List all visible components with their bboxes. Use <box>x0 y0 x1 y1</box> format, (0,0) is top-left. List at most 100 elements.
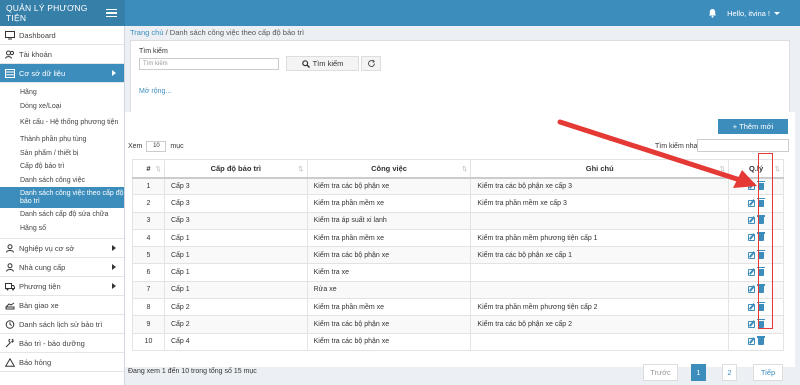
cell-task: Kiểm tra phần mềm xe <box>306 298 472 317</box>
pagination-next[interactable]: Tiếp <box>753 364 783 381</box>
sidebar-item-dashboard[interactable]: Dashboard <box>0 26 124 45</box>
sidebar-item-label: Bảo trì - bảo dưỡng <box>19 338 85 348</box>
quick-search-input[interactable] <box>697 139 789 152</box>
page-length-select[interactable]: 10 <box>146 141 167 152</box>
sidebar-item-handover[interactable]: Bàn giao xe <box>0 296 124 315</box>
sidebar-item-suppliers[interactable]: Nhà cung cấp <box>0 258 124 277</box>
brand: QUẢN LÝ PHƯƠNG TIỆN <box>0 0 125 26</box>
cell-actions <box>728 246 784 265</box>
submenu-item-repair-level[interactable]: Danh sách cấp độ sửa chữa <box>0 208 124 222</box>
cell-actions <box>728 228 784 248</box>
table-row[interactable]: 1 Cấp 3 Kiểm tra các bộ phận xe Kiểm tra cá… <box>132 176 784 196</box>
edit-icon[interactable] <box>748 303 756 311</box>
cell-note: Kiểm tra các bộ phận xe cấp 3 <box>470 176 730 196</box>
cell-index: 6 <box>132 263 165 282</box>
edit-icon[interactable] <box>748 286 756 294</box>
edit-icon[interactable] <box>748 268 756 276</box>
sidebar-item-accounts[interactable]: Tài khoản <box>0 45 124 64</box>
sidebar-item-vehicles[interactable]: Phương tiện <box>0 277 124 296</box>
column-header-task[interactable]: Công việc ⇅ <box>306 159 472 179</box>
submenu-item-products[interactable]: Sản phẩm / thiết bị <box>0 147 124 161</box>
column-header-note[interactable]: Ghi chú ⇅ <box>470 159 730 179</box>
breadcrumb-home-link[interactable]: Trang chủ <box>130 28 164 37</box>
submenu-item-vehicle-line[interactable]: Dòng xe/Loại <box>0 100 124 114</box>
submenu-item-brand[interactable]: Hãng <box>0 86 124 100</box>
hamburger-icon[interactable] <box>106 8 118 18</box>
submenu-item-components[interactable]: Thành phần phụ tùng <box>0 133 124 147</box>
table-row[interactable]: 2 Cấp 3 Kiểm tra phần mềm xe Kiểm tra phần … <box>132 194 784 213</box>
cell-actions <box>728 298 784 317</box>
cell-index: 5 <box>132 246 165 265</box>
main-content: Trang chủ / Danh sách công việc theo cấp… <box>125 26 800 385</box>
pagination-previous[interactable]: Trước <box>643 364 678 381</box>
cell-actions <box>728 194 784 213</box>
annotation-highlight-box <box>758 153 773 329</box>
edit-icon[interactable] <box>748 320 756 328</box>
user-menu[interactable]: Hello, itvina ! <box>727 9 780 18</box>
table-row[interactable]: 8 Cấp 2 Kiểm tra phần mềm xe Kiểm tra phần … <box>132 298 784 317</box>
submenu-item-structure[interactable]: Kết cấu - Hệ thống phương tiện <box>0 113 124 133</box>
sidebar-item-history[interactable]: Danh sách lịch sử bảo trì <box>0 315 124 334</box>
delete-icon[interactable] <box>757 336 766 346</box>
cell-actions <box>728 280 784 300</box>
sidebar-item-operations[interactable]: Nghiệp vụ cơ sở <box>0 239 124 258</box>
sort-icon: ⇅ <box>774 166 780 173</box>
edit-icon[interactable] <box>748 234 756 242</box>
sort-icon: ⇅ <box>155 166 161 173</box>
cell-note <box>470 332 730 351</box>
edit-icon[interactable] <box>748 199 756 207</box>
sidebar-item-label: Tài khoản <box>19 49 52 59</box>
sidebar-item-label: Phương tiện <box>19 281 61 291</box>
expand-search-link[interactable]: Mở rộng... <box>139 88 171 95</box>
cell-actions <box>728 263 784 282</box>
cell-index: 2 <box>132 194 165 213</box>
database-icon <box>5 68 15 78</box>
search-button[interactable]: Tìm kiếm <box>286 56 359 71</box>
sidebar-item-database[interactable]: Cơ sở dữ liệu <box>0 64 124 83</box>
submenu-item-maintenance-level[interactable]: Cấp độ bảo trì <box>0 160 124 174</box>
edit-icon[interactable] <box>748 251 756 259</box>
bell-icon[interactable] <box>708 8 717 18</box>
cell-task: Kiểm tra các bộ phận xe <box>306 246 472 265</box>
search-input[interactable]: Tìm kiếm <box>139 58 279 70</box>
table-row[interactable]: 10 Cấp 4 Kiểm tra các bộ phận xe <box>132 332 784 351</box>
search-button-label: Tìm kiếm <box>312 59 344 68</box>
breadcrumb-current: Danh sách công việc theo cấp độ bảo trì <box>169 28 305 37</box>
pagination-page-1[interactable]: 1 <box>691 364 706 381</box>
cell-note: Kiểm tra các bộ phận xe cấp 2 <box>470 315 730 334</box>
sidebar-item-report-broken[interactable]: Báo hỏng <box>0 353 124 372</box>
cell-index: 9 <box>132 315 165 334</box>
reset-button[interactable] <box>361 56 381 71</box>
column-header-index[interactable]: # ⇅ <box>132 159 165 179</box>
search-label: Tìm kiếm <box>139 48 168 55</box>
pagination-page-2[interactable]: 2 <box>722 364 737 381</box>
cell-level: Cấp 2 <box>163 298 308 317</box>
table-row[interactable]: 6 Cấp 1 Kiểm tra xe <box>132 263 784 282</box>
cell-note: Kiểm tra phần mềm phương tiện cấp 1 <box>470 228 730 248</box>
edit-icon[interactable] <box>748 217 756 225</box>
table-row[interactable]: 9 Cấp 2 Kiểm tra các bộ phận xe Kiểm tra cá… <box>132 315 784 334</box>
cell-index: 7 <box>132 280 165 300</box>
submenu-item-constants[interactable]: Hãng số <box>0 222 124 236</box>
column-header-level[interactable]: Cấp độ bảo trì ⇅ <box>163 159 308 179</box>
alert-icon <box>4 357 16 367</box>
sidebar-item-maintenance[interactable]: Bảo trì - bảo dưỡng <box>0 334 124 353</box>
cell-index: 1 <box>132 176 165 196</box>
user-icon <box>5 262 15 272</box>
edit-icon[interactable] <box>748 182 756 190</box>
cell-level: Cấp 3 <box>163 211 308 230</box>
cell-note: Kiểm tra phần mềm phương tiện cấp 2 <box>470 298 730 317</box>
caret-right-icon <box>112 283 116 289</box>
cell-actions <box>728 315 784 334</box>
submenu-item-task-by-level[interactable]: Danh sách công việc theo cấp độ bảo trì <box>0 187 124 208</box>
app-title: QUẢN LÝ PHƯƠNG TIỆN <box>6 3 88 23</box>
page-length-control: Xem 10 mục <box>128 141 184 152</box>
table-row[interactable]: 7 Cấp 1 Rửa xe <box>132 280 784 300</box>
add-new-button[interactable]: + Thêm mới <box>718 119 788 134</box>
table-row[interactable]: 4 Cấp 1 Kiểm tra phần mềm xe Kiểm tra phần … <box>132 228 784 248</box>
edit-icon[interactable] <box>748 338 756 346</box>
table-row[interactable]: 3 Cấp 3 Kiểm tra áp suất xi lanh <box>132 211 784 230</box>
submenu-item-task-list[interactable]: Danh sách công việc <box>0 174 124 188</box>
table-row[interactable]: 5 Cấp 1 Kiểm tra các bộ phận xe Kiểm tra cá… <box>132 246 784 265</box>
table-header-row: # ⇅ Cấp độ bảo trì ⇅ Công việc ⇅ Ghi chú ⇅ Q… <box>132 159 784 179</box>
